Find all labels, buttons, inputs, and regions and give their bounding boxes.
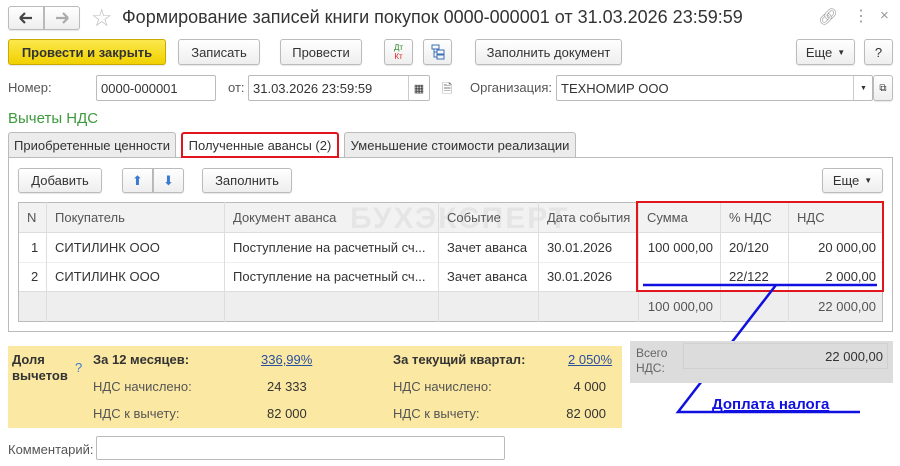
vat-charged-label: НДС начислено:: [393, 379, 492, 394]
total-vat-label-1: Всего: [636, 346, 668, 360]
tab-received-advances[interactable]: Полученные авансы (2): [181, 132, 339, 158]
total-vat-value: 22 000,00: [683, 343, 888, 369]
vat-charged-label: НДС начислено:: [93, 379, 192, 394]
help-icon[interactable]: ?: [75, 360, 82, 375]
comment-field[interactable]: [96, 436, 505, 460]
quarter-value-link[interactable]: 2 050%: [568, 352, 612, 367]
total-vat-label: Всего НДС:: [636, 346, 667, 376]
share-label-2: вычетов: [12, 368, 68, 383]
total-vat-label-2: НДС:: [636, 361, 665, 375]
12-months-value-link[interactable]: 336,99%: [261, 352, 312, 367]
quarter-label: За текущий квартал:: [393, 352, 526, 367]
vat-deduct-label: НДС к вычету:: [93, 406, 180, 421]
12-months-label: За 12 месяцев:: [93, 352, 190, 367]
annotation-text: Доплата налога: [712, 396, 830, 413]
quarter-deduct: 82 000: [566, 406, 606, 421]
12-months-deduct: 82 000: [267, 406, 307, 421]
comment-label: Комментарий:: [8, 442, 94, 457]
quarter-charged: 4 000: [573, 379, 606, 394]
vat-deduct-label: НДС к вычету:: [393, 406, 480, 421]
share-label-1: Доля: [12, 352, 45, 367]
12-months-charged: 24 333: [267, 379, 307, 394]
share-label: Доля вычетов: [12, 352, 68, 384]
